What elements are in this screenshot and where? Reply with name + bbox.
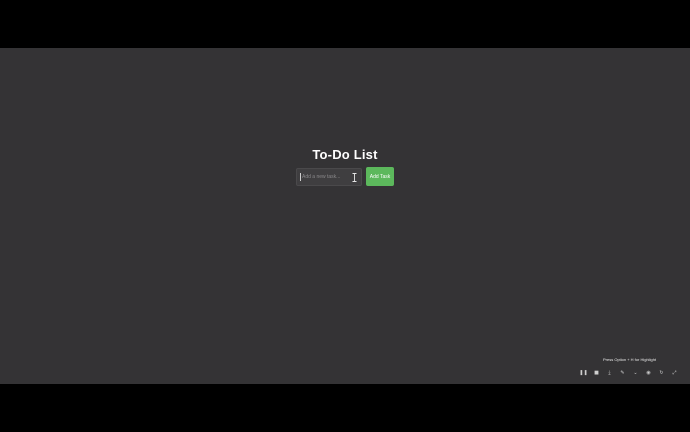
camera-icon[interactable]: ◉ xyxy=(644,369,653,378)
page-title: To-Do List xyxy=(312,147,378,162)
chevron-down-icon[interactable]: ⌄ xyxy=(631,369,640,378)
highlight-hint: Press Option + H for Highlight xyxy=(603,357,657,362)
recorder-controls: ❚❚ ■ ⤓ ✎ ⌄ ◉ ↻ ⤢ xyxy=(579,369,679,378)
todo-container: To-Do List Add a new task... Add Task xyxy=(0,147,690,186)
stop-icon[interactable]: ■ xyxy=(592,369,601,378)
text-caret xyxy=(300,172,301,181)
restart-icon[interactable]: ↻ xyxy=(657,369,666,378)
download-icon[interactable]: ⤓ xyxy=(605,369,614,378)
video-frame: To-Do List Add a new task... Add Task Pr… xyxy=(0,0,690,432)
ibeam-cursor-icon xyxy=(352,172,357,182)
task-input[interactable]: Add a new task... xyxy=(296,167,362,186)
expand-icon[interactable]: ⤢ xyxy=(670,369,679,378)
letterbox-bottom xyxy=(0,384,690,432)
letterbox-top xyxy=(0,0,690,48)
task-input-placeholder: Add a new task... xyxy=(302,173,341,180)
pause-icon[interactable]: ❚❚ xyxy=(579,369,588,378)
add-task-button[interactable]: Add Task xyxy=(366,167,394,186)
app-area xyxy=(0,48,690,384)
add-task-row: Add a new task... Add Task xyxy=(296,167,394,186)
pen-icon[interactable]: ✎ xyxy=(618,369,627,378)
